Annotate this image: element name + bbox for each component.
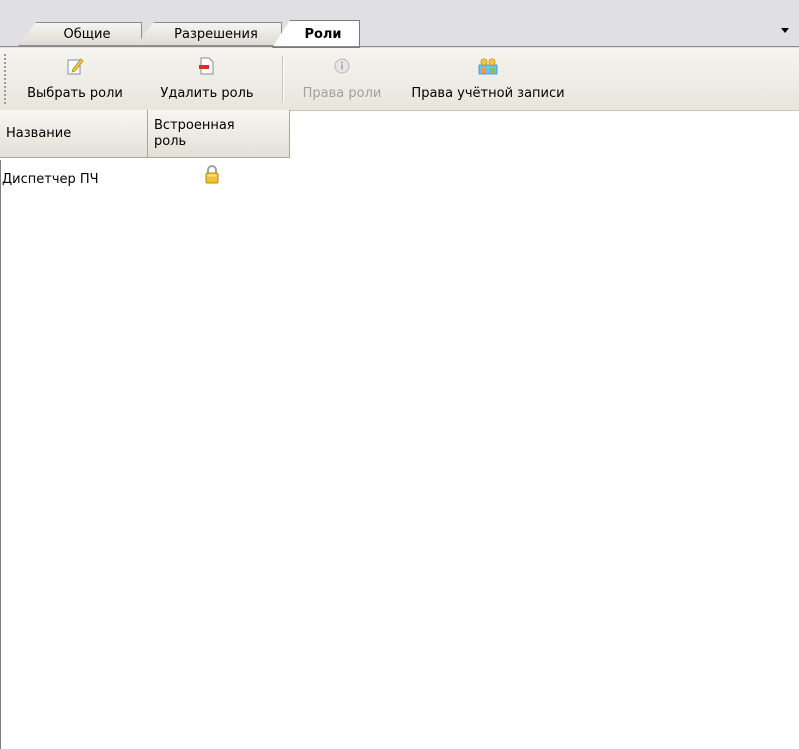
tab-strip: Общие Разрешения Роли xyxy=(0,0,799,48)
tab-divider xyxy=(0,46,799,47)
delete-role-button[interactable]: Удалить роль xyxy=(138,54,276,104)
role-rights-label: Права роли xyxy=(302,86,382,101)
users-icon xyxy=(476,54,500,78)
info-icon xyxy=(330,54,354,78)
tab-roles[interactable]: Роли xyxy=(272,20,360,48)
row-name-cell: Диспетчер ПЧ xyxy=(2,172,99,187)
tab-roles-label: Роли xyxy=(304,26,342,42)
delete-document-icon xyxy=(195,54,219,78)
toolbar: Выбрать роли Удалить роль Права роли Пра… xyxy=(0,48,799,111)
column-header-name-label: Название xyxy=(6,126,72,141)
toolbar-grip[interactable] xyxy=(4,54,6,104)
lock-icon xyxy=(204,164,220,187)
select-roles-label: Выбрать роли xyxy=(27,86,123,101)
toolbar-separator xyxy=(282,56,284,102)
account-rights-label: Права учётной записи xyxy=(411,86,565,101)
row-builtin-cell xyxy=(148,160,290,200)
list-border xyxy=(0,160,1,749)
column-header-name[interactable]: Название xyxy=(0,110,148,158)
role-rights-button[interactable]: Права роли xyxy=(286,54,398,104)
column-header-builtin-role[interactable]: Встроенная роль xyxy=(148,110,290,158)
tab-permissions[interactable]: Разрешения xyxy=(136,22,282,46)
select-roles-button[interactable]: Выбрать роли xyxy=(16,54,134,104)
account-rights-button[interactable]: Права учётной записи xyxy=(402,54,574,104)
edit-icon xyxy=(63,54,87,78)
delete-role-label: Удалить роль xyxy=(160,86,254,101)
chevron-down-icon[interactable] xyxy=(781,28,789,33)
tab-general[interactable]: Общие xyxy=(18,22,142,46)
list-header: Название Встроенная роль xyxy=(0,110,290,158)
table-row[interactable]: Диспетчер ПЧ xyxy=(0,160,290,200)
tab-general-label: Общие xyxy=(63,26,111,42)
column-header-builtin-role-label: Встроенная роль xyxy=(154,117,235,149)
tab-permissions-label: Разрешения xyxy=(174,26,258,42)
